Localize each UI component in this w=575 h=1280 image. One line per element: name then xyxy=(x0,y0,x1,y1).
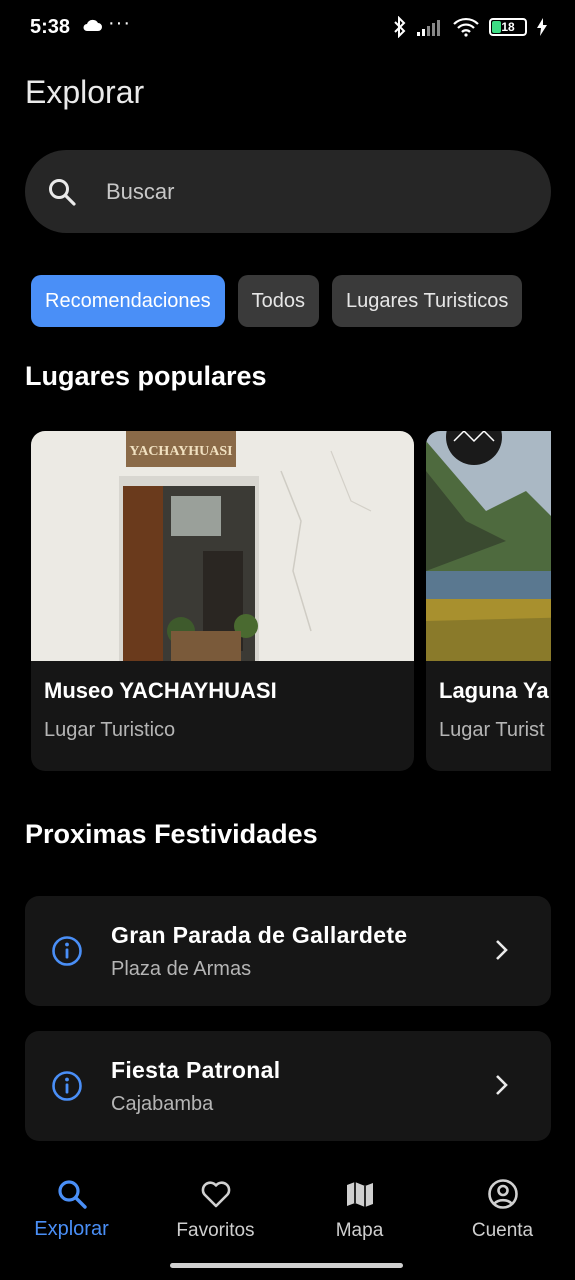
map-icon xyxy=(346,1182,373,1207)
battery-icon: 18 xyxy=(489,18,527,36)
place-card[interactable]: YACHAYHUASI Museo YACHAYHUASI Lugar Turi… xyxy=(31,431,414,771)
bottom-navigation: Explorar Favoritos Mapa Cuenta xyxy=(0,1166,575,1256)
cloud-icon xyxy=(83,19,102,31)
nav-label: Cuenta xyxy=(471,1220,534,1241)
festivity-item[interactable]: Gran Parada de Gallardete Plaza de Armas xyxy=(25,896,551,1006)
status-indicators: 18 xyxy=(393,16,547,38)
nav-label: Explorar xyxy=(34,1218,109,1240)
chevron-right-icon xyxy=(496,940,508,960)
festivity-location: Cajabamba xyxy=(111,1093,214,1115)
search-icon xyxy=(57,1180,87,1209)
popular-carousel[interactable]: YACHAYHUASI Museo YACHAYHUASI Lugar Turi… xyxy=(31,431,551,771)
signal-icon xyxy=(417,20,440,36)
festivity-title: Fiesta Patronal xyxy=(111,1057,281,1083)
festivity-title: Gran Parada de Gallardete xyxy=(111,922,408,948)
chip-recomendaciones[interactable]: Recomendaciones xyxy=(31,275,225,327)
place-subtitle: Lugar Turistico xyxy=(44,719,176,741)
chip-todos[interactable]: Todos xyxy=(237,275,320,327)
museum-sign-text: YACHAYHUASI xyxy=(129,444,232,459)
festivity-location: Plaza de Armas xyxy=(111,958,252,980)
search-bar[interactable] xyxy=(25,150,551,233)
filter-chips: Recomendaciones Todos Lugares Turisticos xyxy=(31,275,551,327)
nav-explorar[interactable]: Explorar xyxy=(0,1166,143,1256)
festivity-item[interactable]: Fiesta Patronal Cajabamba xyxy=(25,1031,551,1141)
page-title: Explorar xyxy=(25,74,145,110)
place-title: Laguna Ya xyxy=(439,678,549,703)
place-card[interactable]: Laguna Ya Lugar Turist xyxy=(426,431,551,771)
search-input[interactable] xyxy=(106,178,506,205)
nav-cuenta[interactable]: Cuenta xyxy=(431,1166,574,1256)
status-bar: 5:38 ··· 18 xyxy=(0,0,575,56)
nav-label: Favoritos xyxy=(176,1220,255,1241)
nav-mapa[interactable]: Mapa xyxy=(288,1166,431,1256)
section-title-festivities: Proximas Festividades xyxy=(25,819,318,849)
bluetooth-icon xyxy=(394,16,406,38)
info-icon xyxy=(52,1071,82,1101)
place-image-laguna xyxy=(426,431,551,661)
battery-level: 18 xyxy=(501,20,515,34)
info-icon xyxy=(52,936,82,966)
heart-icon xyxy=(201,1181,230,1208)
nav-favoritos[interactable]: Favoritos xyxy=(144,1166,287,1256)
section-title-popular: Lugares populares xyxy=(25,361,267,391)
overflow-dots: ··· xyxy=(108,12,131,34)
account-icon xyxy=(487,1179,518,1209)
place-image-museo: YACHAYHUASI xyxy=(31,431,414,661)
nav-label: Mapa xyxy=(335,1220,384,1241)
chip-lugares-turisticos[interactable]: Lugares Turisticos xyxy=(332,275,523,327)
chevron-right-icon xyxy=(496,1075,508,1095)
place-subtitle: Lugar Turist xyxy=(439,719,545,741)
home-indicator[interactable] xyxy=(170,1263,403,1268)
status-time: 5:38 xyxy=(30,16,71,38)
wifi-icon xyxy=(453,17,479,37)
place-title: Museo YACHAYHUASI xyxy=(44,678,277,703)
charging-icon xyxy=(537,18,547,36)
search-icon xyxy=(49,178,76,206)
